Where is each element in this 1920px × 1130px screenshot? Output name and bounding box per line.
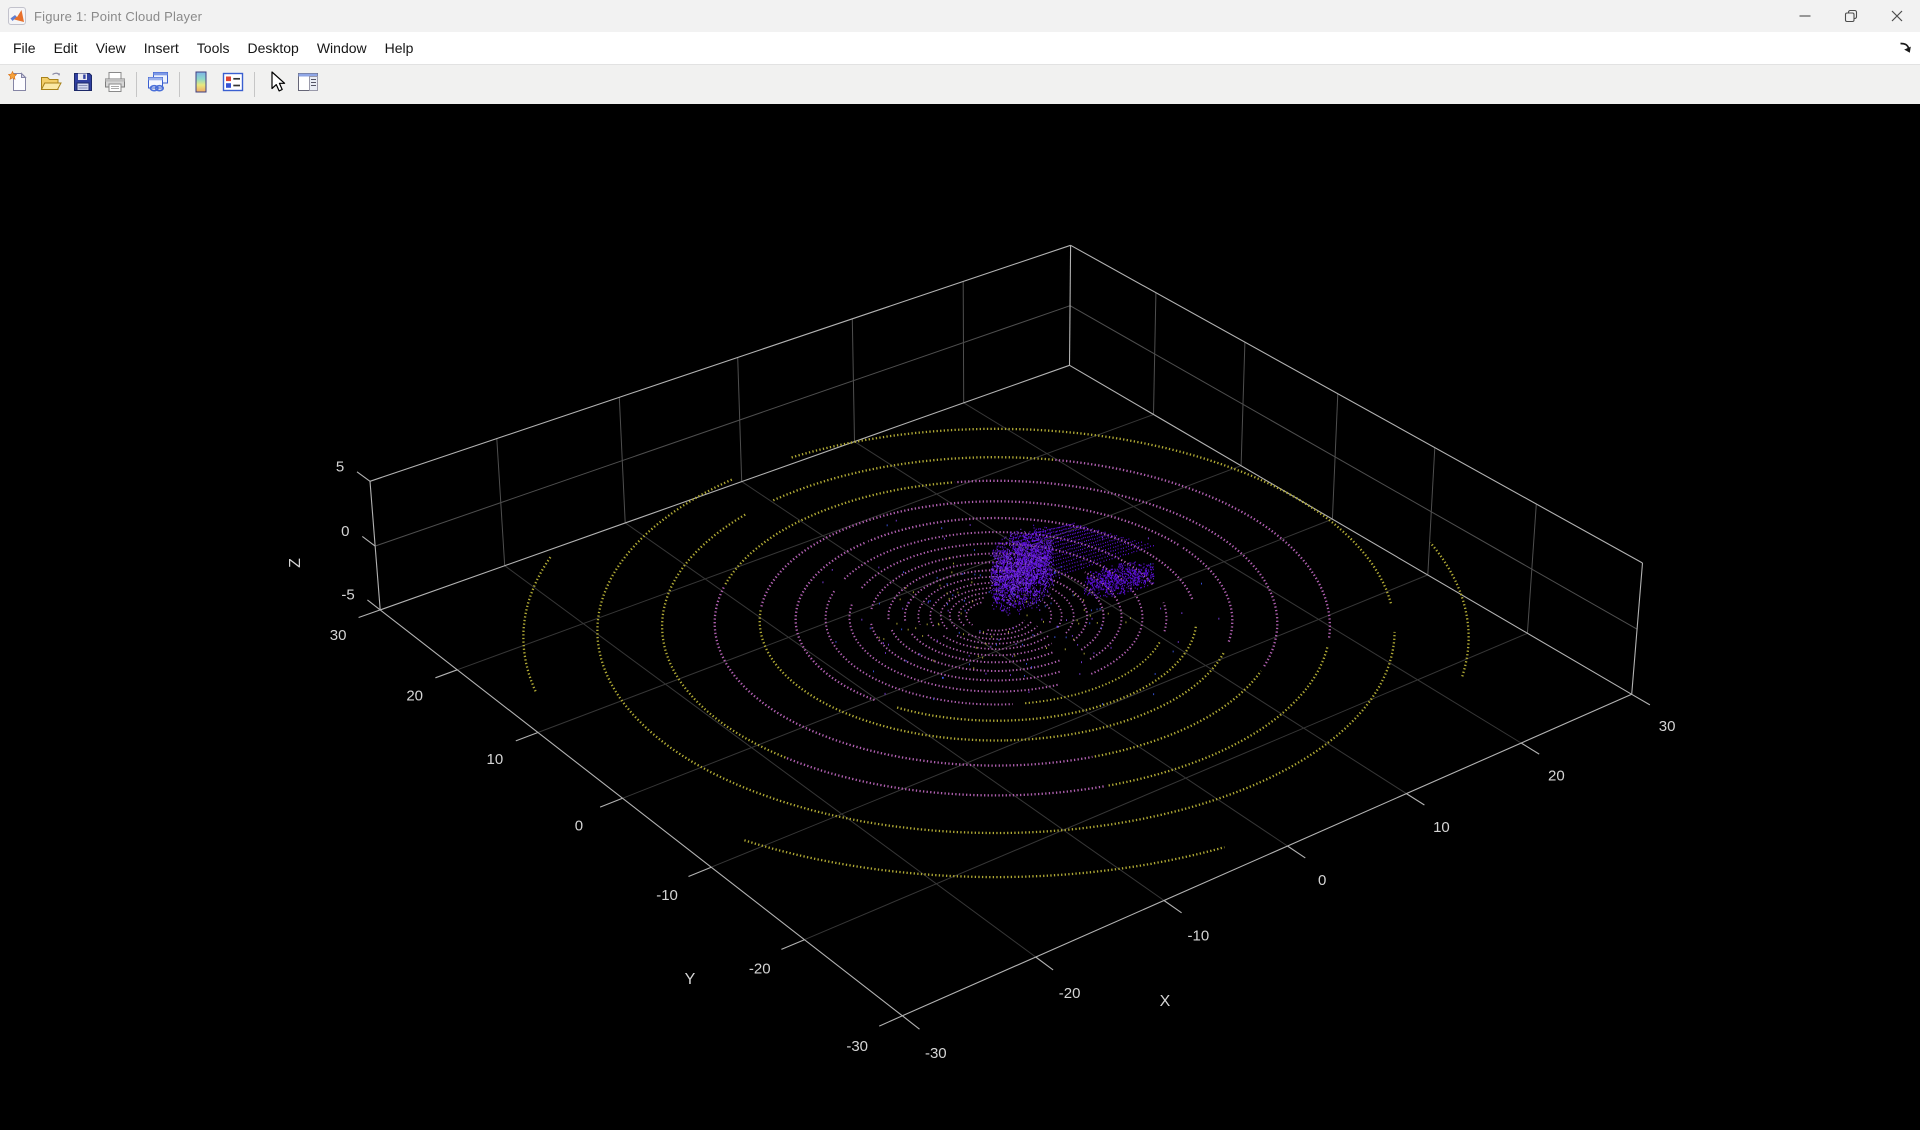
- link-plot-icon: [146, 70, 170, 99]
- insert-colorbar-button[interactable]: [185, 69, 217, 101]
- minimize-button[interactable]: [1782, 0, 1828, 32]
- lidar-rings-layer: [523, 429, 1468, 877]
- svg-text:5: 5: [336, 459, 344, 476]
- menu-item-window[interactable]: Window: [308, 35, 376, 61]
- lidar-ring: [959, 598, 984, 627]
- lidar-ring: [918, 577, 1004, 625]
- menubar: FileEditViewInsertToolsDesktopWindowHelp: [0, 32, 1920, 64]
- menu-item-edit[interactable]: Edit: [45, 35, 87, 61]
- lidar-ring: [943, 636, 1048, 649]
- link-plot-button[interactable]: [142, 69, 174, 101]
- svg-text:30: 30: [1659, 718, 1676, 735]
- lidar-ring: [725, 483, 952, 585]
- svg-text:10: 10: [1433, 819, 1450, 836]
- lidar-ring: [1050, 588, 1074, 633]
- floor-grid-layer: [457, 403, 1527, 957]
- toolbar-separator: [254, 72, 255, 97]
- secondary-cluster-points: [1084, 562, 1154, 598]
- svg-text:-30: -30: [846, 1038, 868, 1055]
- show-plot-tools-button[interactable]: [292, 69, 324, 101]
- edit-plot-button[interactable]: [260, 69, 292, 101]
- svg-text:X: X: [1160, 993, 1171, 1010]
- svg-text:20: 20: [406, 687, 423, 704]
- lidar-ring: [930, 583, 996, 627]
- lidar-ring: [968, 626, 1037, 639]
- open-file-button[interactable]: [35, 69, 67, 101]
- dock-figure-icon[interactable]: [1897, 39, 1915, 57]
- lidar-ring: [772, 457, 1053, 501]
- print-figure-icon: [103, 70, 127, 99]
- lidar-ring: [957, 631, 1042, 644]
- lidar-ring: [1091, 586, 1142, 674]
- lidar-ring: [868, 518, 1151, 555]
- lidar-ring: [761, 501, 1178, 608]
- lidar-ring: [1049, 579, 1087, 641]
- svg-text:-10: -10: [656, 887, 678, 904]
- svg-text:Y: Y: [685, 971, 696, 988]
- new-figure-button[interactable]: [3, 69, 35, 101]
- lidar-ring: [1164, 602, 1167, 631]
- print-figure-button[interactable]: [99, 69, 131, 101]
- restore-button[interactable]: [1828, 0, 1874, 32]
- lidar-ring: [966, 602, 981, 625]
- plot-area: -30 -20 -10 0 10 20 30 -30 -20 -10 0 10 20 30 -5 0 5 X Y Z: [0, 104, 1920, 1130]
- edit-plot-icon: [264, 70, 288, 99]
- titlebar: Figure 1: Point Cloud Player: [0, 0, 1920, 32]
- toolbar-separator: [136, 72, 137, 97]
- close-button[interactable]: [1874, 0, 1920, 32]
- svg-text:-10: -10: [1187, 928, 1209, 945]
- toolbar-separator: [179, 72, 180, 97]
- open-file-icon: [39, 70, 63, 99]
- svg-text:30: 30: [330, 627, 347, 644]
- lidar-ring: [796, 543, 876, 700]
- save-figure-icon: [71, 70, 95, 99]
- pointcloud-3d-plot[interactable]: -30 -20 -10 0 10 20 30 -30 -20 -10 0 10 20 30 -5 0 5 X Y Z: [0, 104, 1920, 1125]
- svg-text:-20: -20: [1059, 985, 1081, 1002]
- save-figure-button[interactable]: [67, 69, 99, 101]
- lidar-ring: [523, 557, 550, 693]
- menu-item-help[interactable]: Help: [376, 35, 423, 61]
- svg-text:-5: -5: [341, 587, 354, 604]
- menu-item-insert[interactable]: Insert: [135, 35, 188, 61]
- lidar-ring: [861, 544, 1110, 589]
- menu-item-file[interactable]: File: [4, 35, 45, 61]
- svg-text:10: 10: [486, 751, 503, 768]
- lidar-ring: [1042, 600, 1051, 622]
- window-title: Figure 1: Point Cloud Player: [34, 9, 202, 24]
- vehicle-cluster-layer: [990, 523, 1154, 615]
- axes-box-edges: [370, 245, 1643, 1016]
- lidar-ring: [1025, 641, 1161, 704]
- show-plot-tools-icon: [296, 70, 320, 99]
- toolbar: [0, 64, 1920, 104]
- svg-text:0: 0: [341, 523, 349, 540]
- figure-window: Figure 1: Point Cloud Player FileEditVie…: [0, 0, 1920, 1124]
- svg-text:-30: -30: [925, 1045, 947, 1062]
- lidar-ring: [979, 622, 1031, 635]
- lidar-ring: [662, 515, 786, 758]
- svg-text:-20: -20: [749, 961, 771, 978]
- lidar-ring: [1095, 671, 1261, 757]
- lidar-ring: [950, 593, 987, 629]
- matlab-figure-icon: [8, 7, 26, 25]
- svg-text:0: 0: [575, 817, 583, 834]
- lidar-ring: [744, 840, 1224, 877]
- svg-text:20: 20: [1548, 768, 1565, 785]
- insert-colorbar-icon: [189, 70, 213, 99]
- lidar-ring: [1007, 653, 1224, 741]
- menu-item-desktop[interactable]: Desktop: [238, 35, 307, 61]
- svg-text:Z: Z: [287, 558, 304, 568]
- menu-item-tools[interactable]: Tools: [188, 35, 239, 61]
- lidar-ring: [1430, 543, 1468, 677]
- insert-legend-icon: [221, 70, 245, 99]
- lidar-ring: [871, 624, 1060, 681]
- window-controls: [1782, 0, 1920, 32]
- axis-labels: X Y Z: [287, 558, 1171, 1010]
- new-figure-icon: [7, 70, 31, 99]
- svg-text:0: 0: [1318, 872, 1326, 889]
- menu-item-view[interactable]: View: [87, 35, 135, 61]
- lidar-ring: [1046, 595, 1061, 628]
- lidar-ring: [988, 620, 1025, 630]
- insert-legend-button[interactable]: [217, 69, 249, 101]
